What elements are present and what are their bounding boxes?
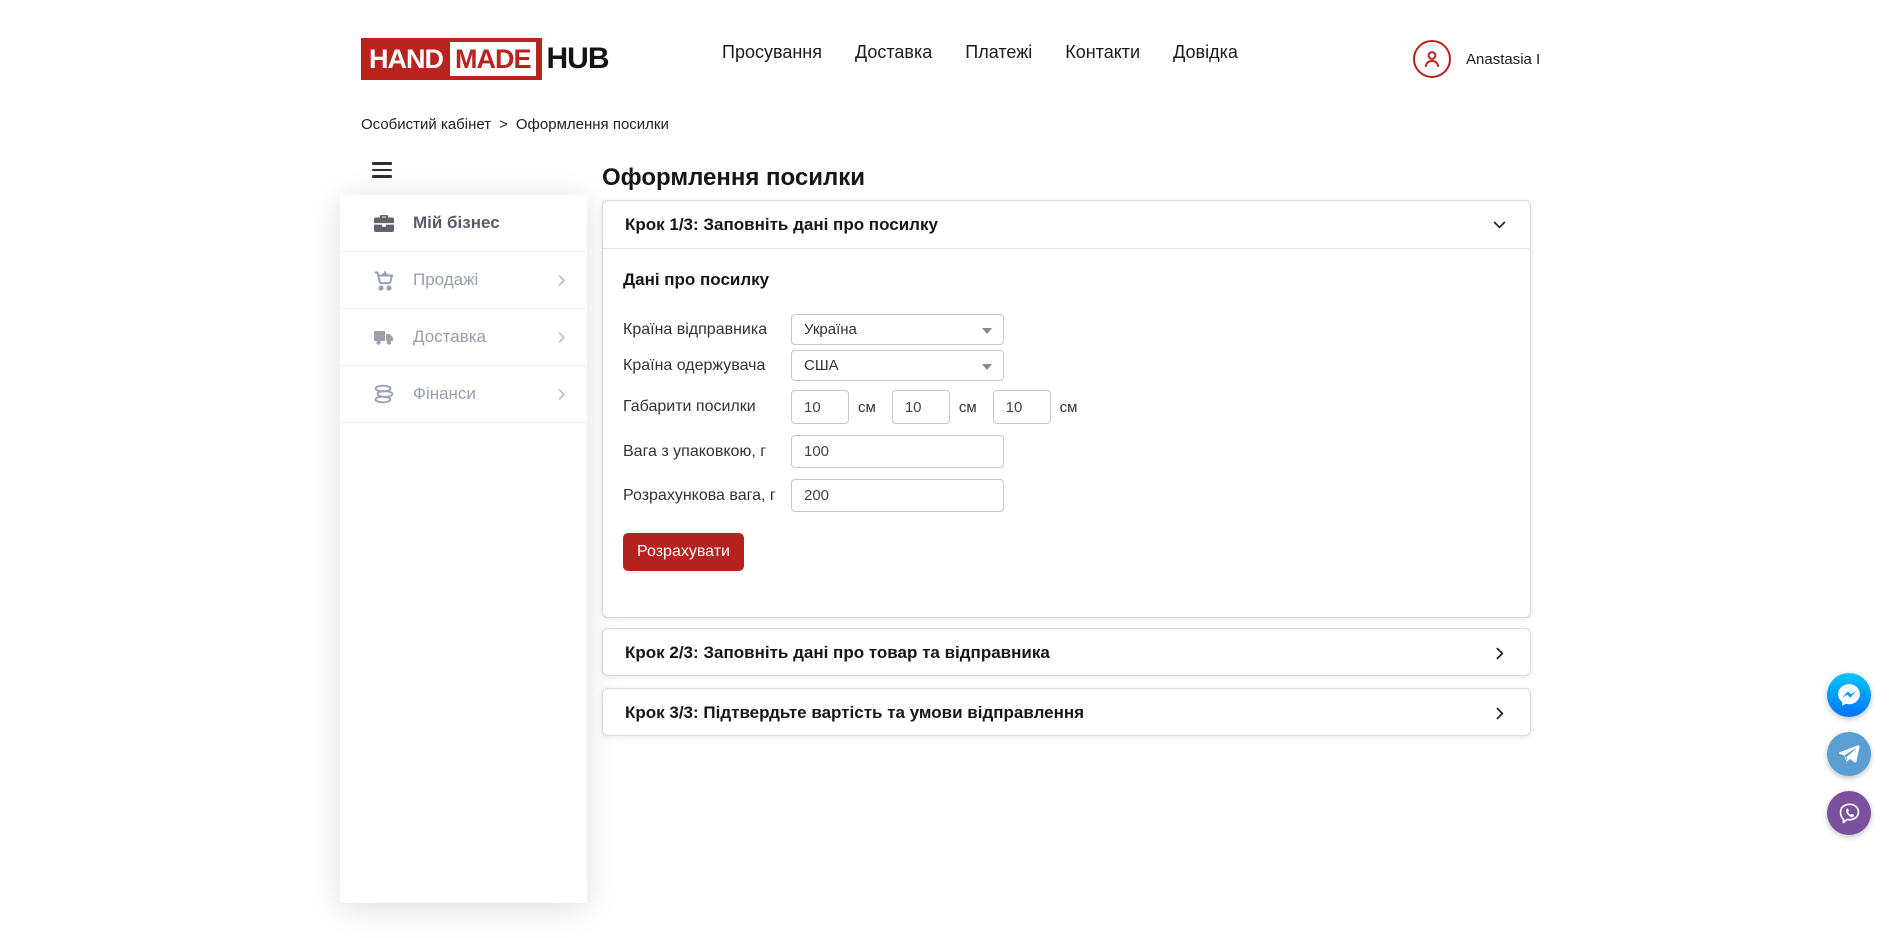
dimension-length-input[interactable] (791, 390, 849, 424)
dimensions-label: Габарити посилки (623, 398, 791, 416)
calculated-weight-label: Розрахункова вага, г (623, 487, 791, 505)
viber-button[interactable] (1827, 791, 1871, 835)
accordion-step-1-header[interactable]: Крок 1/3: Заповніть дані про посилку (603, 201, 1530, 249)
calculate-button[interactable]: Розрахувати (623, 533, 744, 571)
packed-weight-input[interactable] (791, 435, 1004, 468)
breadcrumb-link-cabinet[interactable]: Особистий кабінет (361, 116, 491, 133)
recipient-country-select[interactable]: США (791, 350, 1004, 381)
user-name: Anastasia I (1466, 51, 1540, 68)
calculated-weight-row: Розрахункова вага, г (623, 479, 1508, 512)
logo-made-text: MADE (450, 42, 536, 76)
messenger-button[interactable] (1827, 673, 1871, 717)
chevron-right-icon (1491, 705, 1508, 722)
step-1-label: Крок 1/3: Заповніть дані про посилку (625, 215, 1491, 235)
nav-item-promotion[interactable]: Просування (722, 42, 822, 63)
form-heading: Дані про посилку (623, 270, 1508, 290)
person-icon (1420, 47, 1444, 71)
telegram-button[interactable] (1827, 732, 1871, 776)
sidebar-item-sales[interactable]: Продажі (340, 252, 587, 309)
unit-label-cm: см (959, 399, 977, 416)
chevron-down-icon (1491, 216, 1508, 233)
logo[interactable]: HAND MADE HUB (361, 38, 609, 80)
user-account[interactable]: Anastasia I (1413, 40, 1540, 78)
chevron-right-icon (554, 273, 569, 288)
unit-label-cm: см (858, 399, 876, 416)
chevron-right-icon (554, 330, 569, 345)
sidebar-item-label: Доставка (413, 327, 554, 347)
recipient-country-label: Країна одержувача (623, 357, 791, 375)
breadcrumb: Особистий кабінет > Оформлення посилки (361, 116, 669, 133)
chevron-right-icon (1491, 645, 1508, 662)
nav-item-delivery[interactable]: Доставка (855, 42, 932, 63)
sidebar-item-delivery[interactable]: Доставка (340, 309, 587, 366)
logo-hub-text: HUB (547, 42, 609, 76)
sidebar: Мій бізнес Продажі Доставка (340, 195, 587, 903)
viber-icon (1837, 801, 1862, 826)
dimensions-row: Габарити посилки см см см (623, 390, 1508, 424)
messenger-icon (1836, 682, 1862, 708)
calculated-weight-input[interactable] (791, 479, 1004, 512)
accordion-step-1: Крок 1/3: Заповніть дані про посилку Дан… (602, 200, 1531, 618)
step-3-label: Крок 3/3: Підтвердьте вартість та умови … (625, 703, 1491, 723)
page: HAND MADE HUB Просування Доставка Платеж… (0, 0, 1894, 938)
breadcrumb-current: Оформлення посилки (516, 116, 669, 133)
avatar[interactable] (1413, 40, 1451, 78)
truck-icon (372, 325, 396, 349)
step-2-label: Крок 2/3: Заповніть дані про товар та ві… (625, 643, 1491, 663)
social-buttons (1827, 673, 1871, 835)
recipient-country-value: США (804, 357, 839, 374)
coins-icon (372, 382, 396, 406)
nav-item-contacts[interactable]: Контакти (1065, 42, 1140, 63)
sender-country-label: Країна відправника (623, 321, 791, 339)
sidebar-item-label: Фінанси (413, 384, 554, 404)
briefcase-icon (372, 211, 396, 235)
sidebar-item-finance[interactable]: Фінанси (340, 366, 587, 423)
logo-hand-text: HAND (369, 44, 443, 75)
dimension-width-input[interactable] (892, 390, 950, 424)
telegram-icon (1837, 742, 1861, 766)
recipient-country-row: Країна одержувача США (623, 350, 1508, 381)
sidebar-item-my-business[interactable]: Мій бізнес (340, 195, 587, 252)
parcel-form: Дані про посилку Країна відправника Укра… (603, 249, 1530, 571)
logo-hand: HAND MADE (361, 38, 542, 80)
sender-country-row: Країна відправника Україна (623, 314, 1508, 345)
sidebar-item-label: Продажі (413, 270, 554, 290)
accordion-step-3: Крок 3/3: Підтвердьте вартість та умови … (602, 688, 1531, 736)
cart-icon (372, 268, 396, 292)
sender-country-value: Україна (804, 321, 857, 338)
packed-weight-label: Вага з упаковкою, г (623, 443, 791, 461)
hamburger-menu-icon[interactable] (372, 162, 392, 178)
sender-country-select[interactable]: Україна (791, 314, 1004, 345)
accordion-step-3-header[interactable]: Крок 3/3: Підтвердьте вартість та умови … (603, 689, 1530, 737)
accordion-step-2-header[interactable]: Крок 2/3: Заповніть дані про товар та ві… (603, 629, 1530, 677)
main-nav: Просування Доставка Платежі Контакти Дов… (722, 0, 1238, 104)
nav-item-help[interactable]: Довідка (1173, 42, 1238, 63)
page-title: Оформлення посилки (602, 164, 865, 192)
dimension-height-input[interactable] (993, 390, 1051, 424)
nav-item-payments[interactable]: Платежі (965, 42, 1032, 63)
sidebar-item-label: Мій бізнес (413, 213, 569, 233)
chevron-right-icon (554, 387, 569, 402)
packed-weight-row: Вага з упаковкою, г (623, 435, 1508, 468)
breadcrumb-separator: > (499, 116, 508, 133)
unit-label-cm: см (1060, 399, 1078, 416)
accordion-step-2: Крок 2/3: Заповніть дані про товар та ві… (602, 628, 1531, 676)
